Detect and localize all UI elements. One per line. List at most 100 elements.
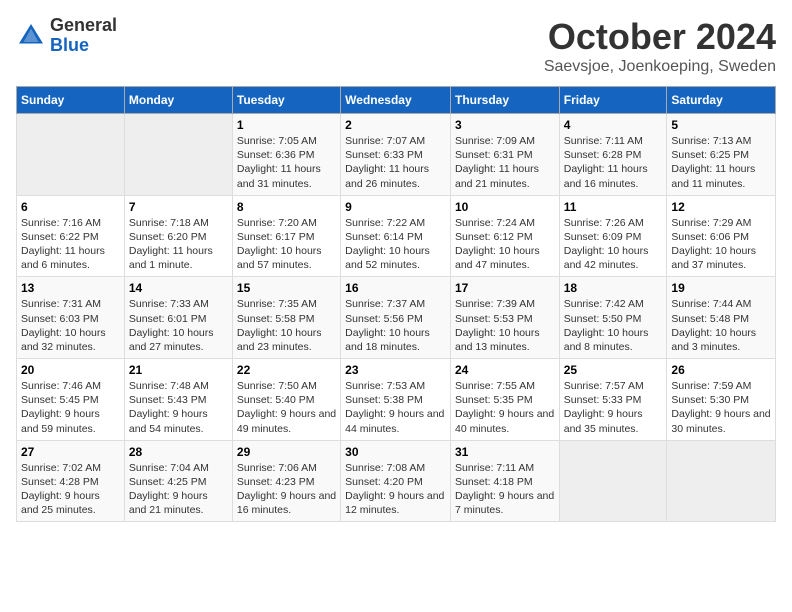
day-detail: Sunrise: 7:55 AM Sunset: 5:35 PM Dayligh… — [455, 379, 555, 436]
calendar-cell: 27 Sunrise: 7:02 AM Sunset: 4:28 PM Dayli… — [17, 440, 125, 522]
calendar-cell: 12 Sunrise: 7:29 AM Sunset: 6:06 PM Dayli… — [667, 195, 776, 277]
header-day: Thursday — [450, 87, 559, 114]
day-number: 2 — [345, 118, 446, 132]
calendar-cell: 20Sunrise: 7:46 AM Sunset: 5:45 PM Dayli… — [17, 359, 125, 441]
calendar-cell: 2 Sunrise: 7:07 AM Sunset: 6:33 PM Daylig… — [341, 114, 451, 196]
calendar-header: SundayMondayTuesdayWednesdayThursdayFrid… — [17, 87, 776, 114]
day-number: 29 — [237, 445, 336, 459]
calendar-cell: 5Sunrise: 7:13 AM Sunset: 6:25 PM Daylig… — [667, 114, 776, 196]
day-number: 12 — [671, 200, 771, 214]
calendar-cell: 8 Sunrise: 7:20 AM Sunset: 6:17 PM Daylig… — [232, 195, 340, 277]
calendar-cell: 28 Sunrise: 7:04 AM Sunset: 4:25 PM Dayli… — [124, 440, 232, 522]
day-number: 27 — [21, 445, 120, 459]
day-number: 4 — [564, 118, 663, 132]
day-detail: Sunrise: 7:29 AM Sunset: 6:06 PM Dayligh… — [671, 216, 771, 273]
title-block: October 2024 Saevsjoe, Joenkoeping, Swed… — [544, 16, 776, 76]
header-day: Sunday — [17, 87, 125, 114]
day-number: 21 — [129, 363, 228, 377]
day-detail: Sunrise: 7:08 AM Sunset: 4:20 PM Dayligh… — [345, 461, 446, 518]
day-number: 7 — [129, 200, 228, 214]
calendar-cell: 26 Sunrise: 7:59 AM Sunset: 5:30 PM Dayli… — [667, 359, 776, 441]
day-number: 25 — [564, 363, 663, 377]
calendar-cell: 24Sunrise: 7:55 AM Sunset: 5:35 PM Dayli… — [450, 359, 559, 441]
logo-general: General — [50, 16, 117, 36]
day-detail: Sunrise: 7:22 AM Sunset: 6:14 PM Dayligh… — [345, 216, 446, 273]
main-title: October 2024 — [544, 16, 776, 58]
header-day: Wednesday — [341, 87, 451, 114]
calendar-week: 1Sunrise: 7:05 AM Sunset: 6:36 PM Daylig… — [17, 114, 776, 196]
day-detail: Sunrise: 7:24 AM Sunset: 6:12 PM Dayligh… — [455, 216, 555, 273]
day-number: 11 — [564, 200, 663, 214]
day-number: 15 — [237, 281, 336, 295]
day-number: 16 — [345, 281, 446, 295]
calendar-cell — [667, 440, 776, 522]
day-number: 9 — [345, 200, 446, 214]
day-detail: Sunrise: 7:13 AM Sunset: 6:25 PM Dayligh… — [671, 134, 771, 191]
calendar-cell — [17, 114, 125, 196]
day-detail: Sunrise: 7:20 AM Sunset: 6:17 PM Dayligh… — [237, 216, 336, 273]
day-detail: Sunrise: 7:04 AM Sunset: 4:25 PM Dayligh… — [129, 461, 228, 518]
calendar-cell: 25 Sunrise: 7:57 AM Sunset: 5:33 PM Dayli… — [559, 359, 667, 441]
day-detail: Sunrise: 7:31 AM Sunset: 6:03 PM Dayligh… — [21, 297, 120, 354]
calendar-week: 6 Sunrise: 7:16 AM Sunset: 6:22 PM Daylig… — [17, 195, 776, 277]
header-day: Saturday — [667, 87, 776, 114]
day-detail: Sunrise: 7:57 AM Sunset: 5:33 PM Dayligh… — [564, 379, 663, 436]
calendar-cell: 29Sunrise: 7:06 AM Sunset: 4:23 PM Dayli… — [232, 440, 340, 522]
day-number: 6 — [21, 200, 120, 214]
day-detail: Sunrise: 7:39 AM Sunset: 5:53 PM Dayligh… — [455, 297, 555, 354]
calendar-table: SundayMondayTuesdayWednesdayThursdayFrid… — [16, 86, 776, 522]
day-detail: Sunrise: 7:42 AM Sunset: 5:50 PM Dayligh… — [564, 297, 663, 354]
day-number: 8 — [237, 200, 336, 214]
calendar-cell: 13Sunrise: 7:31 AM Sunset: 6:03 PM Dayli… — [17, 277, 125, 359]
calendar-cell — [124, 114, 232, 196]
day-detail: Sunrise: 7:35 AM Sunset: 5:58 PM Dayligh… — [237, 297, 336, 354]
calendar-cell: 7 Sunrise: 7:18 AM Sunset: 6:20 PM Daylig… — [124, 195, 232, 277]
calendar-cell: 9 Sunrise: 7:22 AM Sunset: 6:14 PM Daylig… — [341, 195, 451, 277]
day-number: 28 — [129, 445, 228, 459]
day-detail: Sunrise: 7:07 AM Sunset: 6:33 PM Dayligh… — [345, 134, 446, 191]
day-detail: Sunrise: 7:02 AM Sunset: 4:28 PM Dayligh… — [21, 461, 120, 518]
calendar-cell: 22Sunrise: 7:50 AM Sunset: 5:40 PM Dayli… — [232, 359, 340, 441]
calendar-cell: 18Sunrise: 7:42 AM Sunset: 5:50 PM Dayli… — [559, 277, 667, 359]
logo-icon — [16, 21, 46, 51]
day-number: 23 — [345, 363, 446, 377]
day-detail: Sunrise: 7:11 AM Sunset: 4:18 PM Dayligh… — [455, 461, 555, 518]
day-number: 30 — [345, 445, 446, 459]
calendar-cell — [559, 440, 667, 522]
day-detail: Sunrise: 7:48 AM Sunset: 5:43 PM Dayligh… — [129, 379, 228, 436]
day-detail: Sunrise: 7:18 AM Sunset: 6:20 PM Dayligh… — [129, 216, 228, 273]
day-number: 10 — [455, 200, 555, 214]
calendar-cell: 11 Sunrise: 7:26 AM Sunset: 6:09 PM Dayli… — [559, 195, 667, 277]
day-number: 31 — [455, 445, 555, 459]
calendar-cell: 23Sunrise: 7:53 AM Sunset: 5:38 PM Dayli… — [341, 359, 451, 441]
subtitle: Saevsjoe, Joenkoeping, Sweden — [544, 58, 776, 76]
day-detail: Sunrise: 7:59 AM Sunset: 5:30 PM Dayligh… — [671, 379, 771, 436]
calendar-week: 20Sunrise: 7:46 AM Sunset: 5:45 PM Dayli… — [17, 359, 776, 441]
day-detail: Sunrise: 7:46 AM Sunset: 5:45 PM Dayligh… — [21, 379, 120, 436]
header-row: SundayMondayTuesdayWednesdayThursdayFrid… — [17, 87, 776, 114]
calendar-cell: 17 Sunrise: 7:39 AM Sunset: 5:53 PM Dayli… — [450, 277, 559, 359]
day-detail: Sunrise: 7:11 AM Sunset: 6:28 PM Dayligh… — [564, 134, 663, 191]
day-number: 14 — [129, 281, 228, 295]
day-detail: Sunrise: 7:26 AM Sunset: 6:09 PM Dayligh… — [564, 216, 663, 273]
day-detail: Sunrise: 7:05 AM Sunset: 6:36 PM Dayligh… — [237, 134, 336, 191]
day-detail: Sunrise: 7:09 AM Sunset: 6:31 PM Dayligh… — [455, 134, 555, 191]
day-number: 26 — [671, 363, 771, 377]
logo: General Blue — [16, 16, 117, 56]
day-detail: Sunrise: 7:44 AM Sunset: 5:48 PM Dayligh… — [671, 297, 771, 354]
day-detail: Sunrise: 7:33 AM Sunset: 6:01 PM Dayligh… — [129, 297, 228, 354]
day-number: 17 — [455, 281, 555, 295]
calendar-body: 1Sunrise: 7:05 AM Sunset: 6:36 PM Daylig… — [17, 114, 776, 522]
logo-blue: Blue — [50, 36, 117, 56]
header-day: Tuesday — [232, 87, 340, 114]
calendar-cell: 1Sunrise: 7:05 AM Sunset: 6:36 PM Daylig… — [232, 114, 340, 196]
day-detail: Sunrise: 7:16 AM Sunset: 6:22 PM Dayligh… — [21, 216, 120, 273]
calendar-cell: 6 Sunrise: 7:16 AM Sunset: 6:22 PM Daylig… — [17, 195, 125, 277]
calendar-cell: 16Sunrise: 7:37 AM Sunset: 5:56 PM Dayli… — [341, 277, 451, 359]
calendar-cell: 15 Sunrise: 7:35 AM Sunset: 5:58 PM Dayli… — [232, 277, 340, 359]
day-number: 19 — [671, 281, 771, 295]
day-number: 3 — [455, 118, 555, 132]
page-header: General Blue October 2024 Saevsjoe, Joen… — [16, 16, 776, 76]
day-number: 22 — [237, 363, 336, 377]
header-day: Friday — [559, 87, 667, 114]
